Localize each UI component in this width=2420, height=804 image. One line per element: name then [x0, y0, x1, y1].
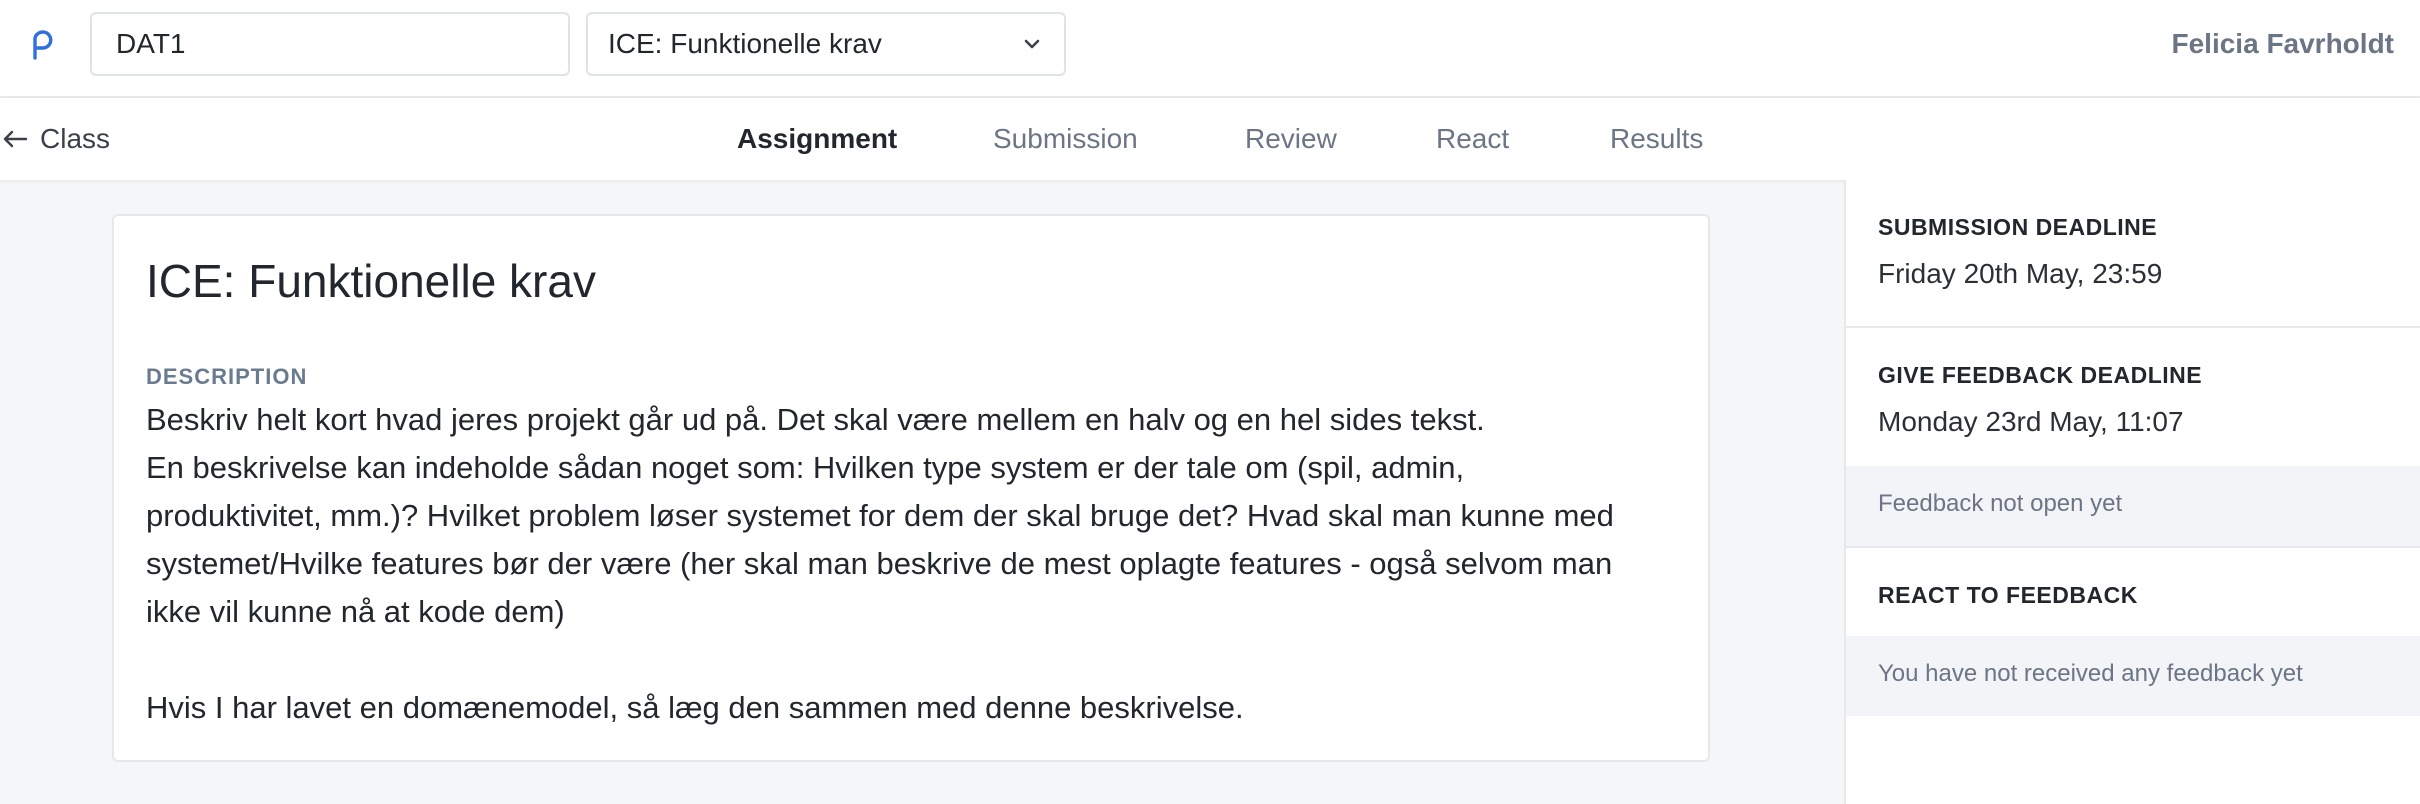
assignment-select-value: ICE: Funktionelle krav	[608, 28, 882, 59]
tab-react[interactable]: React	[1436, 98, 1509, 180]
course-input[interactable]: DAT1	[90, 12, 570, 76]
tab-bar: Assignment Submission Review React Resul…	[0, 98, 2420, 180]
feedback-deadline-value: Monday 23rd May, 11:07	[1878, 406, 2184, 437]
top-bar: DAT1 ICE: Funktionelle krav Felicia Favr…	[0, 0, 2420, 98]
submission-deadline-value: Friday 20th May, 23:59	[1878, 258, 2163, 289]
assignment-nav: Assignment Submission Review React Resul…	[0, 98, 2420, 180]
back-link-label: Class	[40, 123, 111, 154]
user-name[interactable]: Felicia Favrholdt	[2172, 0, 2395, 88]
divider	[1846, 546, 2420, 548]
assignment-select[interactable]: ICE: Funktionelle krav	[586, 12, 1066, 76]
assignment-title: ICE: Funktionelle krav	[146, 255, 596, 307]
tab-submission[interactable]: Submission	[993, 98, 1138, 180]
p-logo-icon[interactable]	[26, 28, 58, 64]
submission-deadline-label: SUBMISSION DEADLINE	[1878, 214, 2158, 240]
description-label: DESCRIPTION	[146, 364, 308, 389]
tab-review[interactable]: Review	[1245, 98, 1337, 180]
back-to-class-link[interactable]: Class	[0, 98, 110, 180]
arrow-left-icon	[3, 130, 28, 148]
description-body: Beskriv helt kort hvad jeres projekt går…	[146, 396, 1646, 732]
react-status-text: You have not received any feedback yet	[1878, 660, 2303, 687]
feedback-deadline-label: GIVE FEEDBACK DEADLINE	[1878, 362, 2203, 388]
chevron-down-icon	[1024, 39, 1040, 49]
tab-results[interactable]: Results	[1610, 98, 1703, 180]
deadline-sidebar: SUBMISSION DEADLINE Friday 20th May, 23:…	[1844, 180, 2420, 804]
description-paragraph: En beskrivelse kan indeholde sådan noget…	[146, 450, 1614, 629]
description-paragraph: Beskriv helt kort hvad jeres projekt går…	[146, 402, 1485, 437]
assignment-card: ICE: Funktionelle krav DESCRIPTION Beskr…	[112, 214, 1710, 762]
feedback-status-note: Feedback not open yet	[1846, 466, 2420, 546]
divider	[1846, 326, 2420, 328]
feedback-status-text: Feedback not open yet	[1878, 490, 2123, 517]
react-status-note: You have not received any feedback yet	[1846, 636, 2420, 716]
react-feedback-label: REACT TO FEEDBACK	[1878, 582, 2138, 608]
tab-assignment[interactable]: Assignment	[737, 98, 897, 180]
description-paragraph: Hvis I har lavet en domænemodel, så læg …	[146, 690, 1244, 725]
